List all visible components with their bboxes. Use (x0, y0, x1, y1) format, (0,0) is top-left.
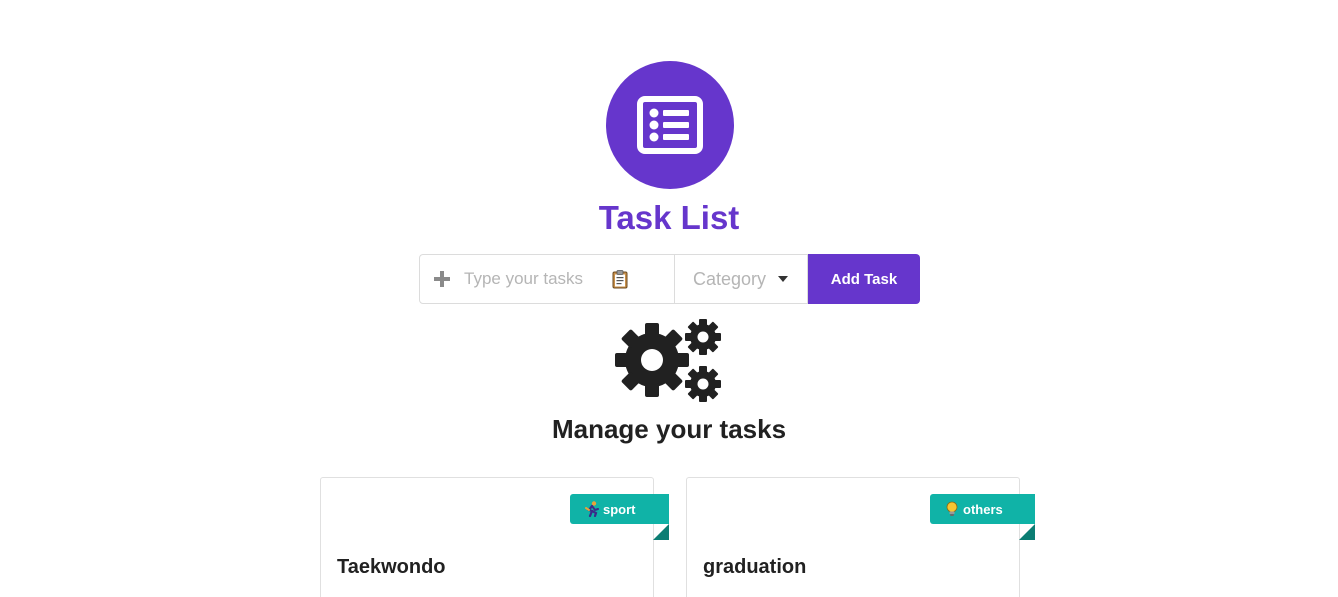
caret-down-icon (778, 276, 789, 282)
task-card[interactable]: others graduation (686, 477, 1035, 597)
category-label: others (963, 501, 1003, 517)
gears-icon (615, 319, 721, 402)
ribbon-fold (653, 524, 669, 540)
app-logo (606, 61, 734, 189)
ribbon-fold (1019, 524, 1035, 540)
runner-icon (584, 501, 600, 517)
category-select[interactable]: Category (675, 254, 808, 304)
app-title: Task List (598, 199, 740, 236)
plus-icon (434, 271, 450, 287)
task-card[interactable]: sport Taekwondo (320, 477, 669, 597)
task-input[interactable] (464, 269, 614, 289)
category-ribbon: others (930, 494, 1035, 540)
clipboard-icon (612, 269, 628, 288)
manage-tasks-title: Manage your tasks (551, 414, 787, 444)
category-label: sport (603, 501, 636, 517)
category-select-value: Category (693, 268, 767, 289)
add-task-button[interactable]: Add Task (808, 254, 920, 304)
task-name: Taekwondo (337, 556, 446, 578)
list-alt-icon (637, 96, 703, 154)
task-list-page: Task List Category Add Task (0, 0, 1338, 597)
category-ribbon: sport (570, 494, 669, 540)
add-task-form: Category Add Task (419, 254, 920, 304)
lightbulb-icon (944, 501, 960, 517)
task-input-wrapper[interactable] (419, 254, 675, 304)
task-name: graduation (703, 556, 807, 578)
